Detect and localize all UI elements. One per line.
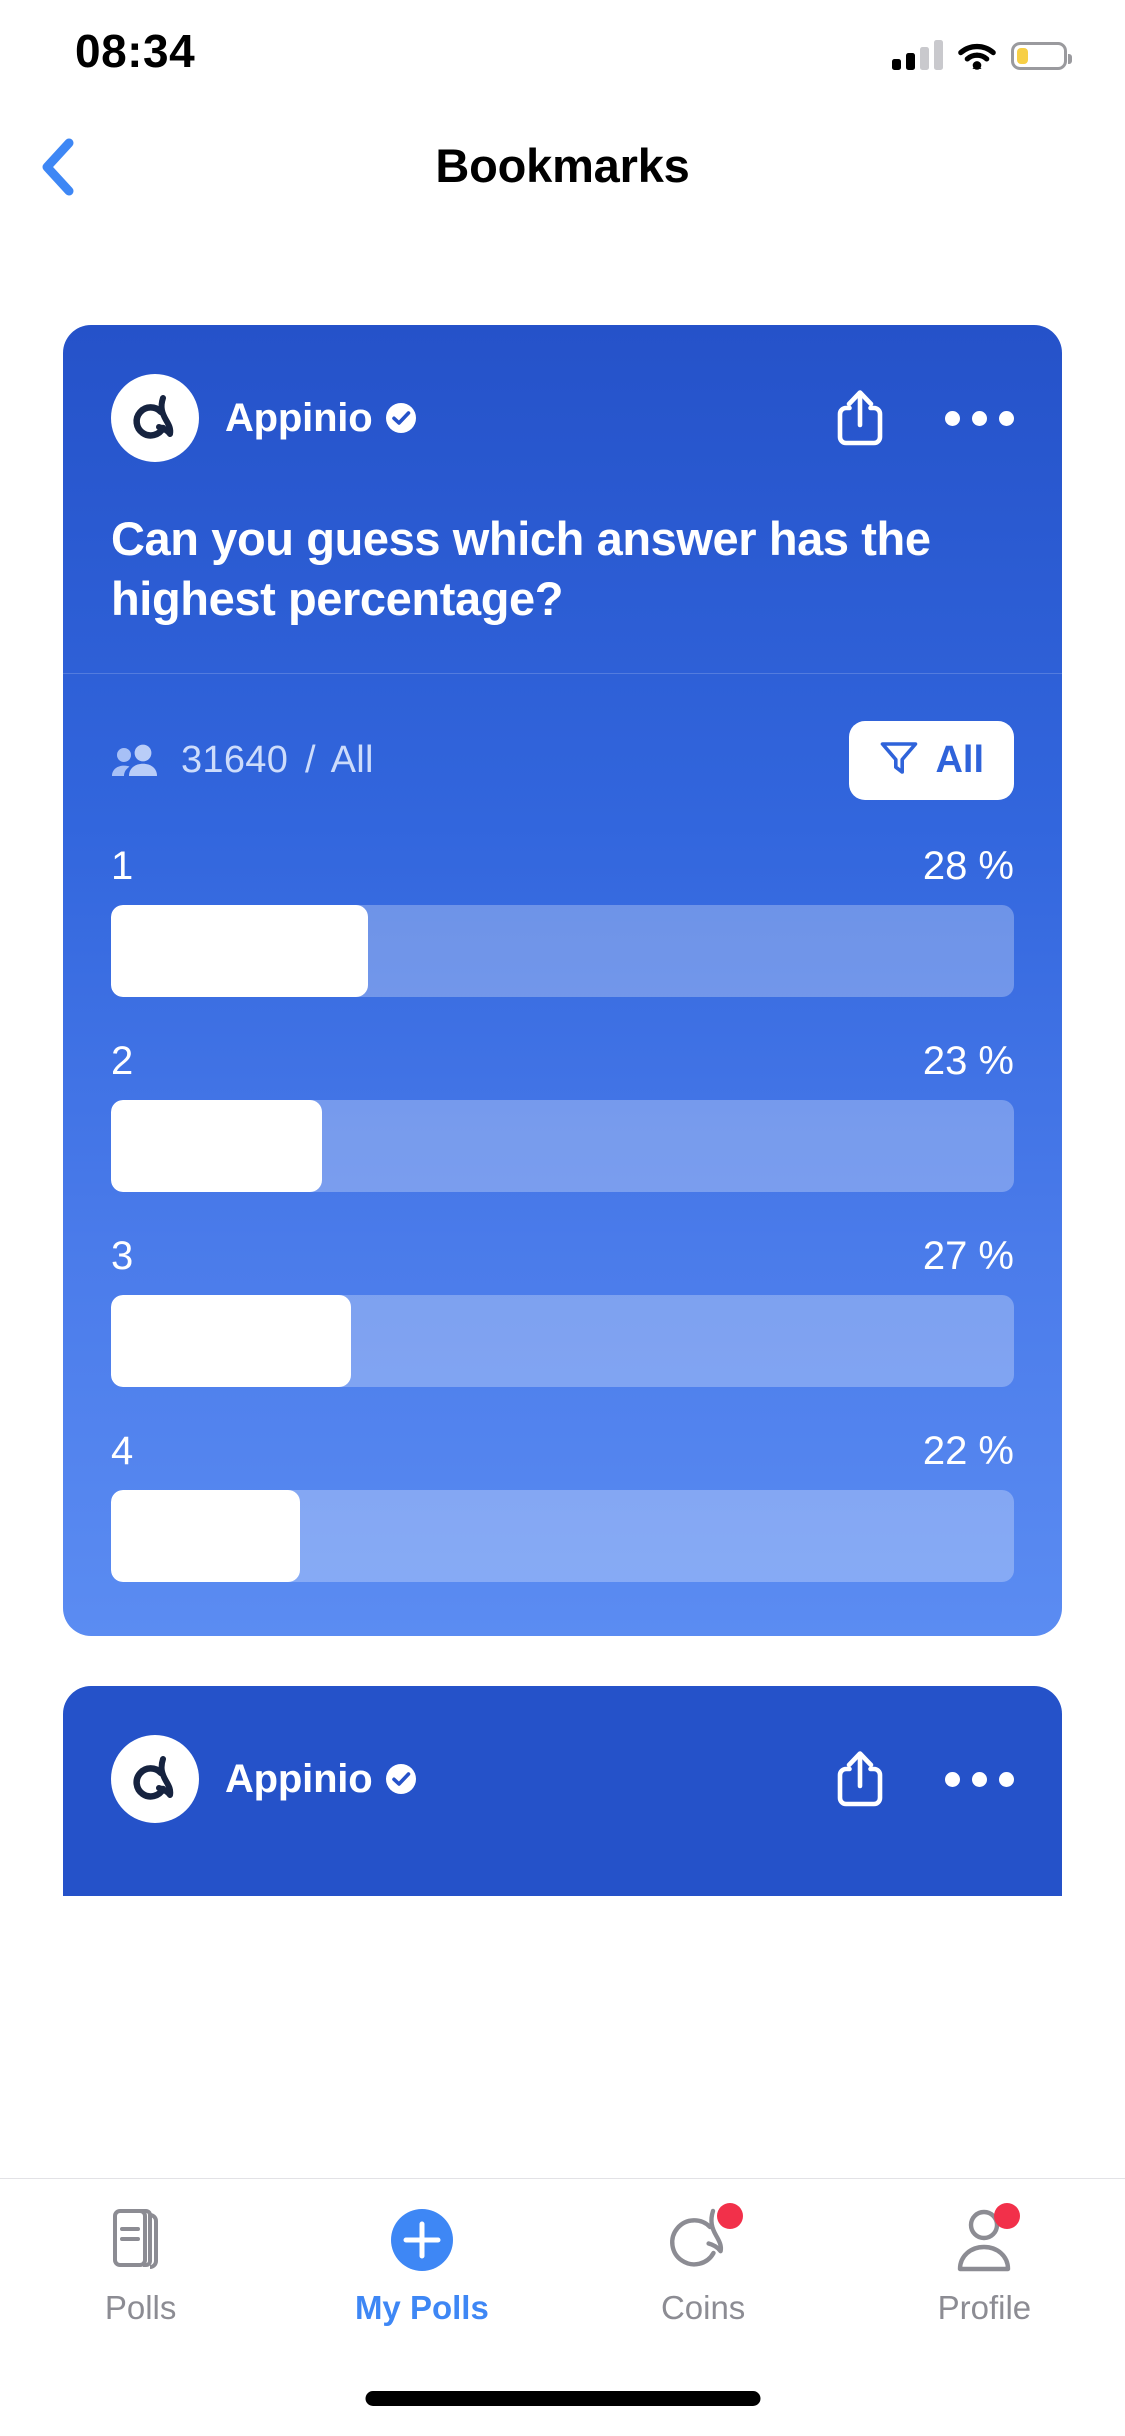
status-time: 08:34: [75, 25, 196, 77]
tab-label: My Polls: [354, 2289, 489, 2326]
poll-card[interactable]: Appinio Can you guess which answer has t…: [63, 325, 1062, 1637]
share-button[interactable]: [835, 1748, 885, 1810]
filter-button[interactable]: All: [849, 720, 1014, 800]
battery-icon: [1011, 42, 1072, 70]
tab-label: Polls: [104, 2289, 177, 2326]
option-index: 3: [111, 1234, 134, 1279]
more-horizontal-icon: [945, 1771, 1014, 1787]
wifi-icon: [957, 40, 997, 70]
option-index: 2: [111, 1039, 134, 1084]
poll-option-row[interactable]: 1 28 %: [111, 844, 1014, 998]
option-percentage: 23 %: [922, 1039, 1014, 1084]
verified-badge-icon: [384, 1762, 418, 1796]
polls-icon: [110, 2201, 172, 2279]
tab-profile[interactable]: Profile: [844, 2201, 1125, 2359]
brand-name: Appinio: [225, 395, 373, 440]
notification-badge: [717, 2203, 744, 2229]
tab-label: Profile: [937, 2289, 1032, 2326]
more-options-button[interactable]: [945, 410, 1014, 426]
poll-question: Can you guess which answer has the highe…: [111, 512, 931, 626]
option-percentage: 28 %: [922, 844, 1014, 889]
card-actions: [835, 1748, 1014, 1810]
option-bar-fill: [111, 1100, 323, 1193]
bookmarks-list[interactable]: Appinio Can you guess which answer has t…: [0, 230, 1125, 2178]
filter-funnel-icon: [879, 739, 919, 782]
card-actions: [835, 387, 1014, 449]
brand-row: Appinio: [111, 373, 1014, 463]
option-bar-fill: [111, 1490, 300, 1583]
status-indicators: [892, 28, 1072, 70]
verified-badge-icon: [384, 401, 418, 435]
audience-label: All: [330, 738, 374, 781]
poll-card-body: 31640 / All All 1 28 % 2 23 % 3 27 % 4 2…: [63, 674, 1062, 1636]
page-title: Bookmarks: [435, 138, 690, 192]
option-percentage: 22 %: [922, 1429, 1014, 1474]
brand-name: Appinio: [225, 1756, 373, 1801]
home-indicator: [365, 2391, 760, 2406]
brand-row: Appinio: [111, 1734, 1014, 1824]
more-horizontal-icon: [945, 410, 1014, 426]
share-button[interactable]: [835, 387, 885, 449]
poll-meta-row: 31640 / All All: [111, 718, 1014, 802]
more-options-button[interactable]: [945, 1771, 1014, 1787]
poll-option-row[interactable]: 4 22 %: [111, 1429, 1014, 1583]
poll-meta-text: 31640 / All: [181, 739, 374, 782]
tab-bar: Polls My Polls Coins Profile: [0, 2178, 1125, 2436]
cellular-signal-icon: [892, 40, 943, 70]
notification-badge: [994, 2203, 1021, 2229]
poll-option-row[interactable]: 3 27 %: [111, 1234, 1014, 1388]
appinio-logo-icon: [111, 1735, 199, 1824]
app-screen: 08:34 Bookmarks Appinio Can you guess wh…: [0, 0, 1125, 2436]
option-bar-track: [111, 905, 1014, 998]
poll-card-header: Appinio Can you guess which answer has t…: [63, 325, 1062, 675]
option-bar-fill: [111, 1295, 352, 1388]
option-bar-track: [111, 1490, 1014, 1583]
filter-label: All: [935, 738, 984, 781]
status-bar: 08:34: [0, 0, 1125, 100]
appinio-logo-icon: [111, 374, 199, 462]
poll-card-next[interactable]: Appinio: [63, 1686, 1062, 1897]
option-index: 4: [111, 1429, 134, 1474]
tab-coins[interactable]: Coins: [563, 2201, 844, 2359]
option-bar-track: [111, 1100, 1014, 1193]
people-icon: [111, 743, 159, 777]
share-icon: [837, 390, 883, 446]
share-icon: [837, 1751, 883, 1807]
profile-icon: [952, 2201, 1021, 2279]
poll-option-row[interactable]: 2 23 %: [111, 1039, 1014, 1193]
option-percentage: 27 %: [922, 1234, 1014, 1279]
tab-polls[interactable]: Polls: [0, 2201, 281, 2359]
option-bar-fill: [111, 905, 369, 998]
coins-icon: [667, 2201, 744, 2279]
meta-separator: /: [305, 738, 316, 781]
option-bar-track: [111, 1295, 1014, 1388]
tab-my-polls[interactable]: My Polls: [281, 2201, 562, 2359]
tab-label: Coins: [660, 2289, 746, 2326]
option-index: 1: [111, 844, 134, 889]
navigation-bar: Bookmarks: [0, 100, 1125, 230]
respondent-count: 31640: [181, 738, 289, 781]
plus-circle-icon: [387, 2201, 457, 2279]
